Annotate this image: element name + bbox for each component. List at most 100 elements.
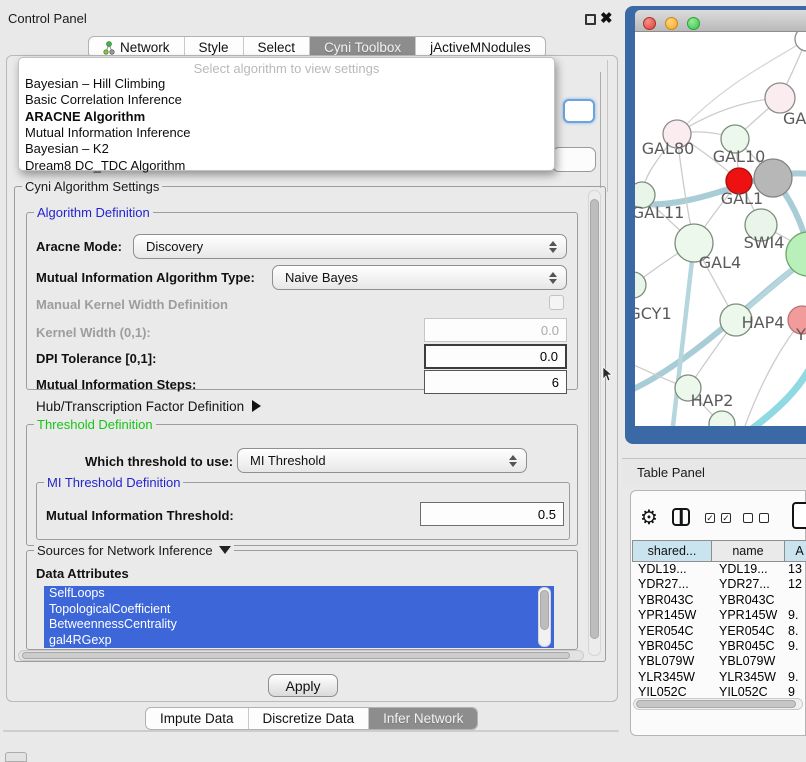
- algorithm-dropdown-popup: Select algorithm to view settings Bayesi…: [18, 57, 555, 171]
- mi-type-label: Mutual Information Algorithm Type:: [36, 270, 255, 285]
- bottom-tab-infer-network[interactable]: Infer Network: [368, 708, 477, 729]
- expand-down-arrow-icon[interactable]: [219, 546, 231, 554]
- attribute-item-selected[interactable]: TopologicalCoefficient: [44, 602, 554, 618]
- table-row[interactable]: YER054CYER054C8.: [632, 624, 806, 639]
- table-cell: 9.: [785, 639, 806, 654]
- algorithm-option[interactable]: Bayesian – K2: [24, 141, 544, 157]
- mi-steps-label: Mutual Information Steps:: [36, 377, 196, 392]
- attribute-item-selected[interactable]: SelfLoops: [44, 586, 554, 602]
- attribute-item-selected[interactable]: gal4RGexp: [44, 633, 554, 649]
- table-row[interactable]: YBL079WYBL079W: [632, 654, 806, 669]
- minimized-panel-icon[interactable]: [5, 752, 27, 762]
- hidden-groupbox-border: [600, 72, 601, 188]
- columns-icon[interactable]: [672, 508, 690, 526]
- close-icon[interactable]: ✖: [600, 9, 613, 27]
- minimize-traffic-light-icon[interactable]: [665, 17, 678, 30]
- sources-group-title[interactable]: Sources for Network Inference: [34, 543, 234, 558]
- table-cell: YBR045C: [632, 639, 712, 654]
- table-cell: YPR145W: [632, 608, 712, 623]
- network-node[interactable]: [709, 411, 735, 426]
- unchecked-checkbox-icon[interactable]: [743, 513, 753, 523]
- settings-vertical-scrollbar[interactable]: [588, 190, 601, 656]
- data-attributes-list[interactable]: SelfLoopsTopologicalCoefficientBetweenne…: [44, 586, 554, 648]
- table-cell: YLR345W: [632, 670, 712, 685]
- node-label-gal1: GAL1: [721, 189, 763, 208]
- mouse-cursor-icon: [602, 367, 613, 382]
- gear-icon[interactable]: ⚙: [640, 505, 658, 530]
- unchecked-checkbox-icon[interactable]: [759, 513, 769, 523]
- algorithm-option[interactable]: Dream8 DC_TDC Algorithm: [24, 158, 544, 174]
- table-row[interactable]: YBR045CYBR045C9.: [632, 639, 806, 654]
- table-cell: 13: [785, 562, 806, 577]
- column-header-name[interactable]: name: [712, 540, 785, 562]
- checked-checkbox-icon[interactable]: ✓: [721, 513, 731, 523]
- network-icon: [103, 41, 115, 55]
- page-icon[interactable]: [792, 502, 806, 529]
- table-cell: YER054C: [712, 624, 785, 639]
- table-panel-title: Table Panel: [637, 465, 705, 480]
- mi-threshold-label: Mutual Information Threshold:: [46, 508, 234, 523]
- column-header-shared[interactable]: shared...: [632, 540, 712, 562]
- kernel-width-input[interactable]: 0.0: [424, 318, 567, 342]
- algorithm-definition-title: Algorithm Definition: [34, 205, 153, 220]
- table-cell: [785, 654, 806, 669]
- attributes-scrollbar[interactable]: [538, 587, 551, 647]
- hub-definition-label: Hub/Transcription Factor Definition: [36, 399, 244, 414]
- hub-definition-section[interactable]: Hub/Transcription Factor Definition: [36, 399, 261, 414]
- table-row[interactable]: YBR043CYBR043C: [632, 593, 806, 608]
- mi-type-select[interactable]: Naive Bayes: [272, 265, 567, 290]
- table-cell: YBL079W: [632, 654, 712, 669]
- table-cell: [785, 593, 806, 608]
- dpi-tolerance-input[interactable]: 0.0: [424, 344, 567, 369]
- algorithm-combo-fragment[interactable]: [563, 99, 595, 123]
- manual-kernel-label: Manual Kernel Width Definition: [36, 297, 228, 312]
- settings-horizontal-scrollbar[interactable]: [18, 650, 584, 661]
- table-cell: YBL079W: [712, 654, 785, 669]
- attribute-item-selected[interactable]: BetweennessCentrality: [44, 617, 554, 633]
- stepper-arrows-icon: [509, 455, 517, 467]
- network-view-canvas[interactable]: GALGAL80GAL10GAL1GAL11SWI4GAL4GCY1HAP4YH…: [635, 32, 806, 426]
- stepper-arrows-icon: [549, 272, 557, 284]
- network-graph[interactable]: GALGAL80GAL10GAL1GAL11SWI4GAL4GCY1HAP4YH…: [635, 32, 806, 426]
- zoom-traffic-light-icon[interactable]: [687, 17, 700, 30]
- mi-threshold-input[interactable]: 0.5: [420, 502, 564, 526]
- table-row[interactable]: YDL19...YDL19...13: [632, 562, 806, 577]
- close-traffic-light-icon[interactable]: [643, 17, 656, 30]
- table-cell: YBR045C: [712, 639, 785, 654]
- algorithm-option[interactable]: Mutual Information Inference: [24, 125, 544, 141]
- data-attributes-label: Data Attributes: [36, 566, 129, 581]
- settings-scrollbar-thumb[interactable]: [590, 199, 599, 639]
- stepper-arrows-icon: [549, 241, 557, 253]
- aracne-mode-value: Discovery: [146, 239, 203, 254]
- node-label-gal11: GAL11: [635, 203, 684, 222]
- node-label-y: Y: [795, 325, 806, 344]
- mi-steps-input[interactable]: 6: [424, 370, 567, 394]
- node-label-hap2: HAP2: [691, 391, 734, 410]
- float-window-icon[interactable]: [585, 14, 596, 25]
- table-row[interactable]: YPR145WYPR145W9.: [632, 608, 806, 623]
- collapse-right-arrow-icon[interactable]: [252, 400, 261, 412]
- bottom-tab-bar: Impute DataDiscretize DataInfer Network: [145, 707, 478, 730]
- bottom-tab-impute-data[interactable]: Impute Data: [146, 708, 248, 729]
- settings-hscrollbar-thumb[interactable]: [22, 652, 570, 659]
- table-row[interactable]: YLR345WYLR345W9.: [632, 670, 806, 685]
- which-threshold-select[interactable]: MI Threshold: [237, 448, 527, 473]
- table-hscrollbar-thumb[interactable]: [636, 700, 796, 708]
- table-row[interactable]: YDR27...YDR27...12: [632, 577, 806, 592]
- checked-checkbox-icon[interactable]: ✓: [705, 513, 715, 523]
- table-horizontal-scrollbar[interactable]: [633, 698, 803, 710]
- algorithm-option[interactable]: Basic Correlation Inference: [24, 92, 544, 108]
- aracne-mode-select[interactable]: Discovery: [133, 234, 567, 259]
- table-cell: YER054C: [632, 624, 712, 639]
- attributes-scrollbar-thumb[interactable]: [540, 590, 549, 630]
- network-node[interactable]: [795, 32, 806, 51]
- table-cell: 12: [785, 577, 806, 592]
- column-header-A[interactable]: A: [785, 540, 806, 562]
- network-window-titlebar[interactable]: [635, 10, 806, 32]
- apply-button[interactable]: Apply: [268, 674, 338, 697]
- manual-kernel-checkbox[interactable]: [549, 295, 564, 310]
- bottom-tab-discretize-data[interactable]: Discretize Data: [248, 708, 369, 729]
- algorithm-option[interactable]: Bayesian – Hill Climbing: [24, 76, 544, 92]
- algorithm-option[interactable]: ARACNE Algorithm: [24, 109, 544, 125]
- network-edge[interactable]: [753, 354, 806, 426]
